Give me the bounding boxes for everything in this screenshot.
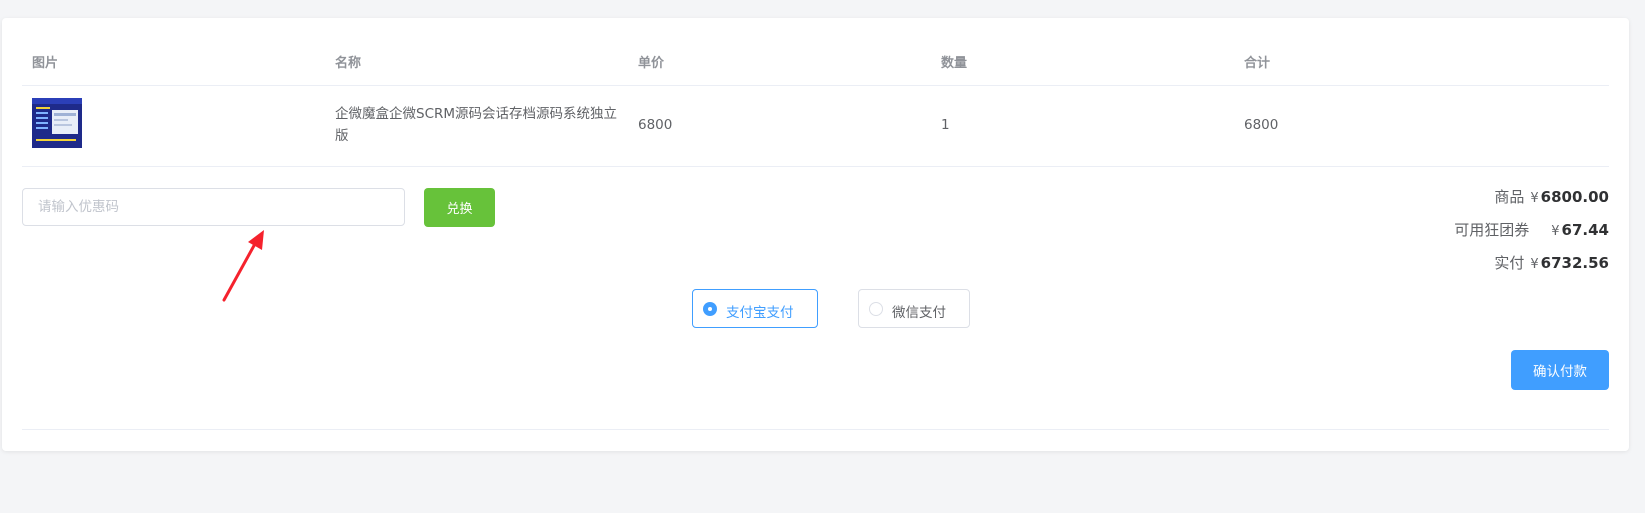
divider <box>22 429 1609 430</box>
currency-symbol: ¥ <box>1530 191 1539 206</box>
product-unit-price: 6800 <box>638 117 673 133</box>
currency-symbol: ¥ <box>1551 224 1560 239</box>
payment-option-wechat[interactable]: 微信支付 <box>858 289 970 328</box>
payment-option-label: 微信支付 <box>892 305 946 321</box>
confirm-payment-button[interactable]: 确认付款 <box>1511 350 1609 390</box>
product-quantity: 1 <box>941 117 950 133</box>
product-name-line-2: 版 <box>335 128 349 144</box>
order-card: 图片 名称 单价 数量 合计 企微魔盒企微SCRM源码会话存档源码系统独立 版 … <box>2 18 1629 451</box>
radio-checked-icon <box>703 302 717 316</box>
coupon-code-input[interactable] <box>22 188 405 226</box>
summary-paid-label: 实付 <box>1494 254 1525 272</box>
redeem-button[interactable]: 兑换 <box>424 188 495 227</box>
radio-unchecked-icon <box>869 302 883 316</box>
payment-option-label: 支付宝支付 <box>726 305 794 321</box>
summary-goods: 商品 ¥6800.00 <box>1494 186 1609 207</box>
annotation-arrow-icon <box>222 230 264 302</box>
order-table: 图片 名称 单价 数量 合计 企微魔盒企微SCRM源码会话存档源码系统独立 版 … <box>22 18 1609 167</box>
product-name: 企微魔盒企微SCRM源码会话存档源码系统独立 版 <box>335 103 617 147</box>
product-total: 6800 <box>1244 117 1279 133</box>
summary-goods-label: 商品 <box>1494 188 1525 206</box>
currency-symbol: ¥ <box>1530 257 1539 272</box>
summary-paid: 实付 ¥6732.56 <box>1494 252 1609 273</box>
summary-paid-value: 6732.56 <box>1540 254 1609 272</box>
payment-option-alipay[interactable]: 支付宝支付 <box>692 289 818 328</box>
summary-voucher: 可用狂团券 ¥67.44 <box>1454 219 1609 240</box>
product-name-line-1: 企微魔盒企微SCRM源码会话存档源码系统独立 <box>335 106 618 122</box>
table-header: 图片 名称 单价 数量 合计 <box>22 18 1609 86</box>
header-total: 合计 <box>1244 56 1271 71</box>
header-quantity: 数量 <box>941 56 968 71</box>
header-unit-price: 单价 <box>638 56 665 71</box>
header-name: 名称 <box>335 56 362 71</box>
summary-voucher-label: 可用狂团券 <box>1454 221 1530 239</box>
header-image: 图片 <box>32 56 59 71</box>
summary-goods-value: 6800.00 <box>1540 188 1609 206</box>
product-thumbnail <box>32 98 82 148</box>
summary-voucher-value: 67.44 <box>1561 221 1609 239</box>
table-row: 企微魔盒企微SCRM源码会话存档源码系统独立 版 6800 1 6800 <box>22 86 1609 167</box>
